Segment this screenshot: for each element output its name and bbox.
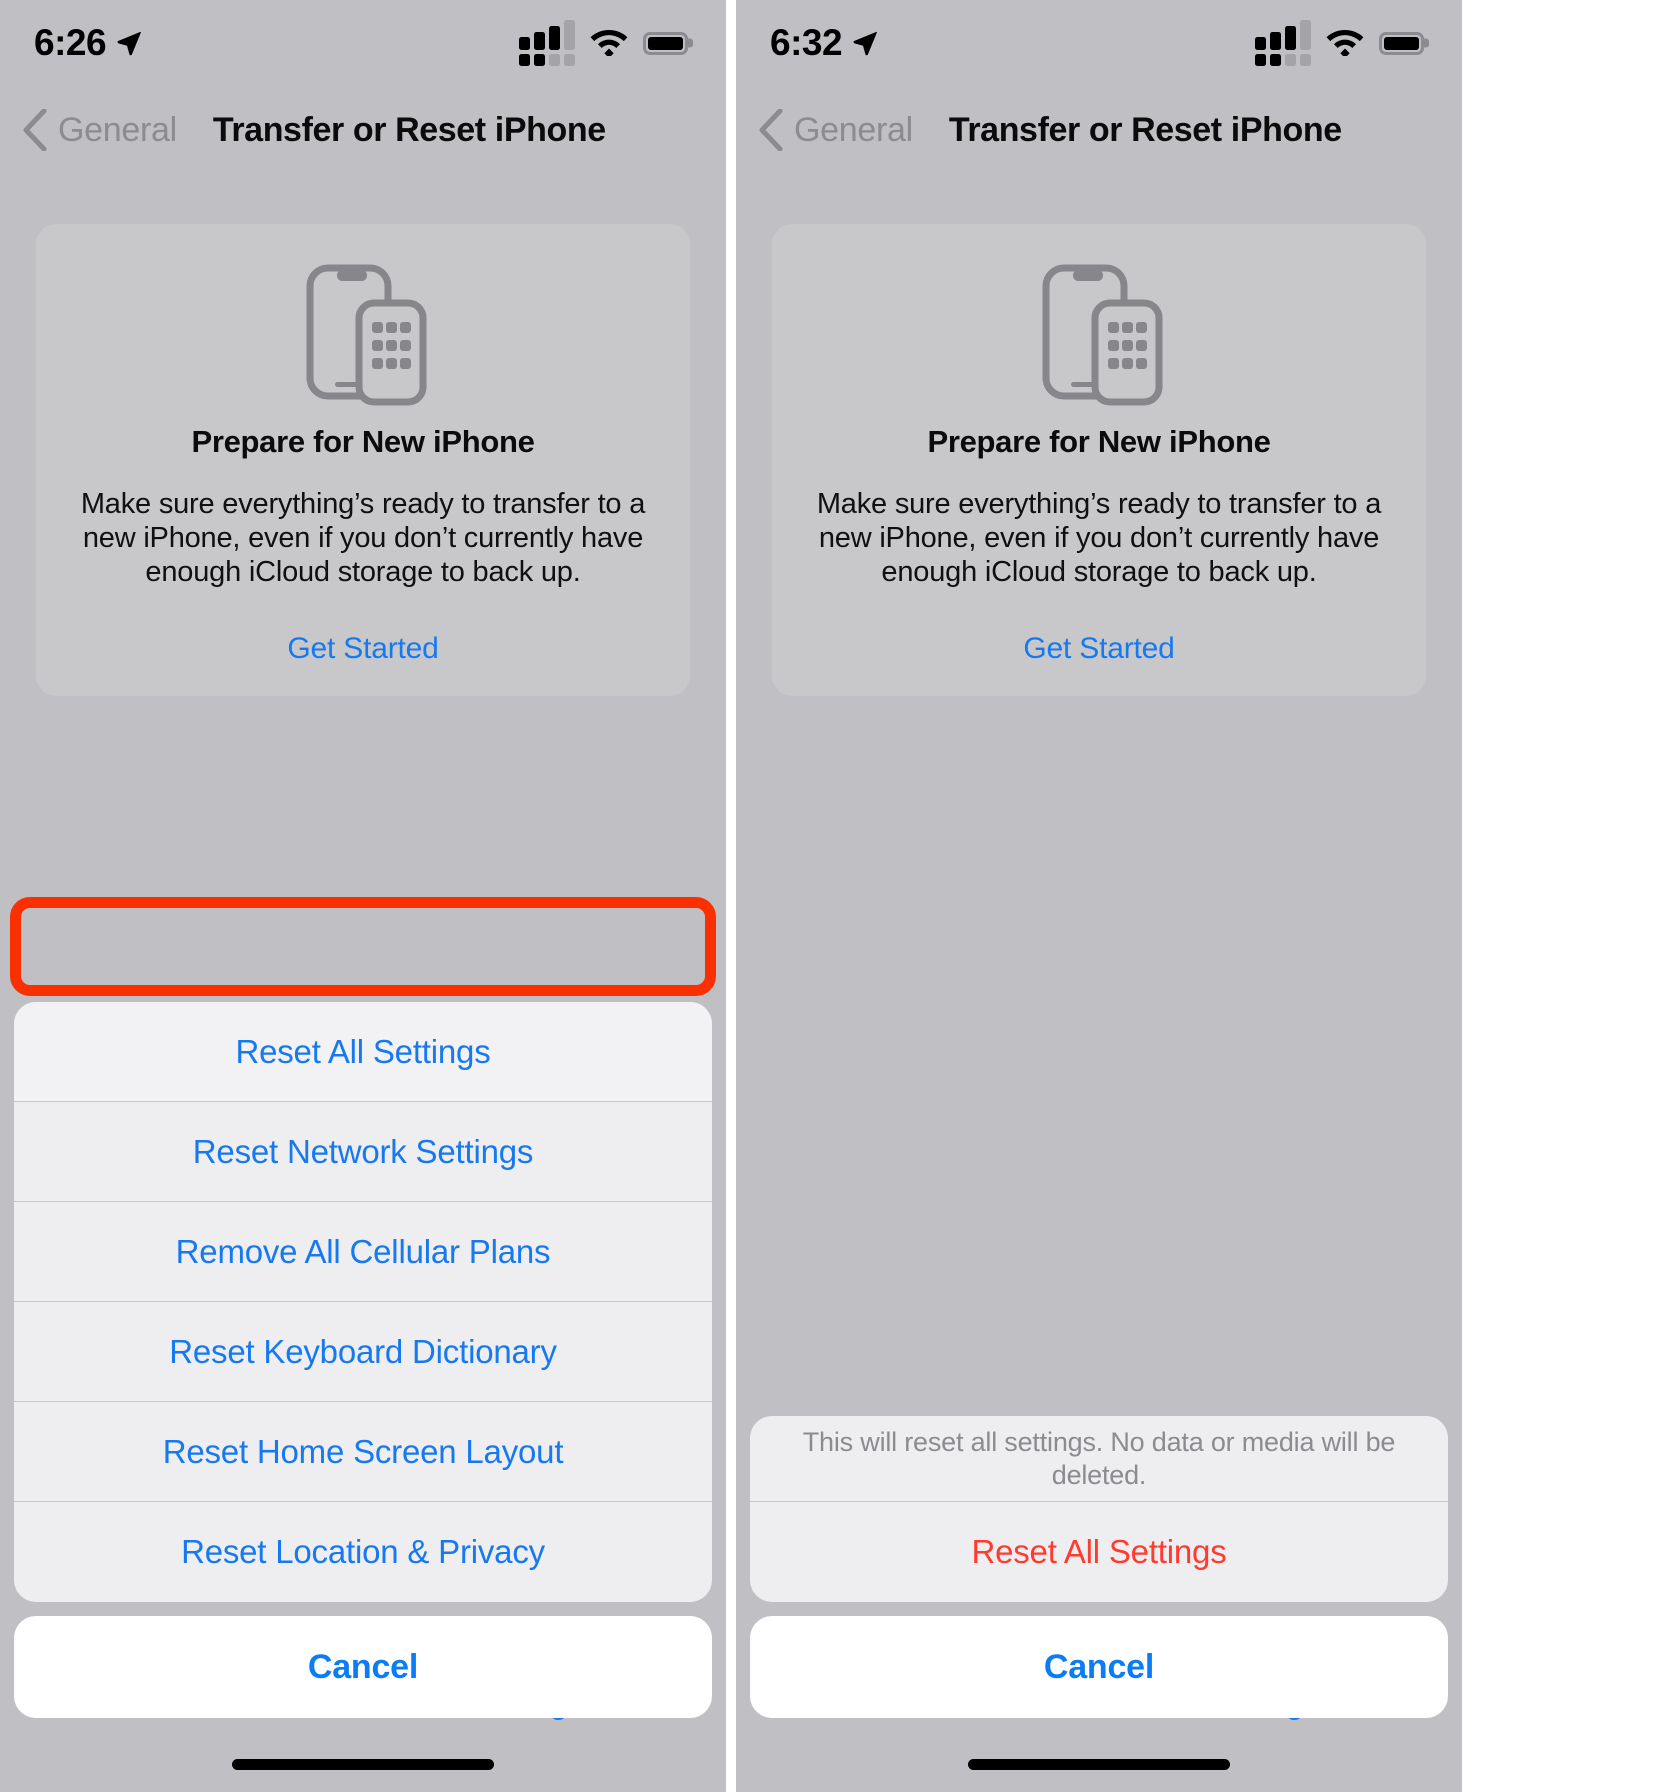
status-time: 6:26 (34, 22, 107, 63)
action-sheet-left: Reset All Settings Reset Network Setting… (14, 1002, 712, 1718)
confirm-reset-all-settings-button[interactable]: Reset All Settings (750, 1502, 1448, 1602)
cellular-signal-icon (519, 20, 575, 66)
action-reset-network-settings[interactable]: Reset Network Settings (14, 1102, 712, 1202)
page-title: Transfer or Reset iPhone (948, 110, 1342, 149)
prepare-for-new-iphone-card: Prepare for New iPhone Make sure everyth… (772, 224, 1426, 696)
back-button-general[interactable]: General (22, 109, 177, 151)
two-iphones-icon (800, 256, 1398, 406)
two-iphones-icon (64, 256, 662, 406)
confirmation-sheet: This will reset all settings. No data or… (750, 1416, 1448, 1602)
status-icons (1255, 20, 1424, 66)
navigation-bar: General Transfer or Reset iPhone (736, 86, 1462, 174)
back-button-general[interactable]: General (758, 109, 913, 151)
card-title: Prepare for New iPhone (927, 424, 1271, 459)
home-indicator (232, 1759, 494, 1770)
card-description: Make sure everything’s ready to transfer… (80, 488, 646, 588)
iphone-screen-left: 6:26 General Transfer or Reset iPhone Pr… (0, 0, 726, 1792)
back-button-label: General (58, 110, 177, 149)
status-icons (519, 20, 688, 66)
action-sheet-options: Reset All Settings Reset Network Setting… (14, 1002, 712, 1602)
highlight-box-reset-all-settings (10, 897, 716, 996)
action-reset-home-screen-layout[interactable]: Reset Home Screen Layout (14, 1402, 712, 1502)
screenshot-stage: 6:26 General Transfer or Reset iPhone Pr… (0, 0, 1665, 1792)
navigation-bar: General Transfer or Reset iPhone (0, 86, 726, 174)
action-reset-keyboard-dictionary[interactable]: Reset Keyboard Dictionary (14, 1302, 712, 1402)
wifi-icon (589, 26, 629, 61)
back-button-label: General (794, 110, 913, 149)
home-indicator (968, 1759, 1230, 1770)
iphone-screen-right: 6:32 General Transfer or Reset iPhone Pr… (736, 0, 1462, 1792)
confirmation-message: This will reset all settings. No data or… (750, 1416, 1448, 1502)
chevron-left-icon (22, 109, 48, 151)
battery-full-icon (643, 31, 688, 55)
status-time-group: 6:26 (34, 22, 143, 64)
action-remove-all-cellular-plans[interactable]: Remove All Cellular Plans (14, 1202, 712, 1302)
card-description: Make sure everything’s ready to transfer… (816, 488, 1382, 588)
panel-divider (726, 0, 736, 1792)
cellular-signal-icon (1255, 20, 1311, 66)
prepare-for-new-iphone-card: Prepare for New iPhone Make sure everyth… (36, 224, 690, 696)
status-time-group: 6:32 (770, 22, 879, 64)
page-title: Transfer or Reset iPhone (212, 110, 606, 149)
card-title: Prepare for New iPhone (191, 424, 535, 459)
status-bar: 6:32 (736, 0, 1462, 86)
cancel-button[interactable]: Cancel (14, 1616, 712, 1718)
location-arrow-icon (851, 29, 879, 57)
location-arrow-icon (115, 29, 143, 57)
battery-full-icon (1379, 31, 1424, 55)
chevron-left-icon (758, 109, 784, 151)
cancel-button[interactable]: Cancel (750, 1616, 1448, 1718)
action-reset-location-privacy[interactable]: Reset Location & Privacy (14, 1502, 712, 1602)
action-sheet-right: This will reset all settings. No data or… (750, 1416, 1448, 1718)
wifi-icon (1325, 26, 1365, 61)
status-time: 6:32 (770, 22, 843, 63)
action-reset-all-settings[interactable]: Reset All Settings (14, 1002, 712, 1102)
get-started-link[interactable]: Get Started (800, 632, 1398, 666)
get-started-link[interactable]: Get Started (64, 632, 662, 666)
status-bar: 6:26 (0, 0, 726, 86)
